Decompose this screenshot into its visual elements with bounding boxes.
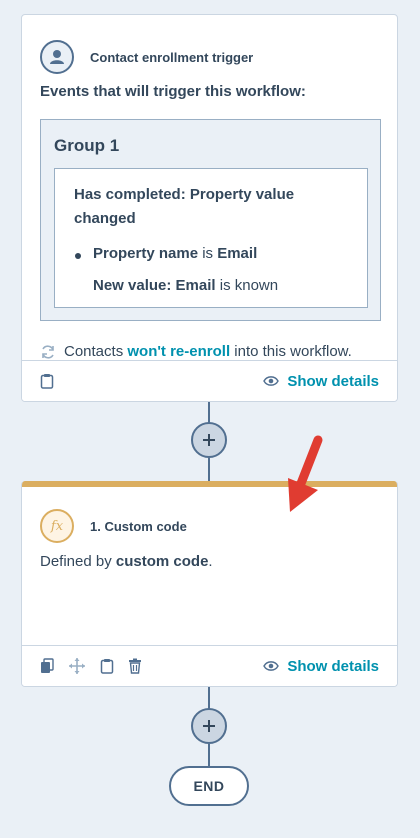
trash-icon[interactable] (128, 658, 142, 674)
action-card-footer: Show details (22, 645, 397, 686)
refresh-icon (40, 344, 56, 360)
custom-code-action-card[interactable]: fx 1. Custom code Defined by custom code… (21, 481, 398, 687)
filter-group-box: Group 1 Has completed: Property value ch… (40, 119, 381, 321)
connector-line (208, 458, 210, 482)
eye-icon (263, 660, 280, 672)
action-accent-bar (22, 481, 397, 487)
move-icon[interactable] (68, 658, 86, 674)
action-show-details-button[interactable]: Show details (263, 658, 379, 675)
function-icon: fx (40, 509, 74, 543)
bullet-dot (75, 253, 81, 259)
action-description: Defined by custom code. (40, 553, 213, 570)
reenroll-status: Contacts won't re-enroll into this workf… (40, 343, 352, 360)
clipboard-icon[interactable] (40, 373, 54, 389)
trigger-card-footer: Show details (22, 360, 397, 401)
filter-property-label: Property name (93, 245, 199, 262)
enrollment-trigger-card[interactable]: Contact enrollment trigger Events that w… (21, 14, 398, 402)
filter-property-line: Property name is Email (93, 245, 257, 262)
filter-new-value-line: New value: Email is known (93, 277, 278, 294)
trigger-show-details-button[interactable]: Show details (263, 373, 379, 390)
connector-line (208, 687, 210, 709)
filter-new-value-label: New value: Email (93, 277, 216, 294)
filter-heading: Has completed: Property value changed (74, 186, 295, 227)
add-action-button[interactable] (191, 422, 227, 458)
show-details-label: Show details (287, 372, 379, 390)
filter-property-value: Email (217, 245, 258, 262)
connector-line (208, 402, 210, 424)
red-annotation-arrow (288, 435, 323, 512)
show-details-label: Show details (287, 657, 379, 675)
trigger-title: Contact enrollment trigger (90, 49, 254, 65)
filter-new-value-suffix: is known (215, 277, 279, 294)
plus-icon (203, 720, 215, 732)
add-action-button[interactable] (191, 708, 227, 744)
clipboard-icon[interactable] (100, 658, 114, 674)
eye-icon (263, 375, 280, 387)
function-icon-text: fx (50, 518, 64, 534)
reenroll-link[interactable]: won't re-enroll (127, 343, 230, 360)
reenroll-suffix: into this workflow. (230, 343, 352, 360)
trigger-card-header: Contact enrollment trigger (22, 15, 397, 81)
copy-icon[interactable] (40, 658, 54, 674)
connector-line (208, 744, 210, 767)
action-body-prefix: Defined by (40, 553, 116, 570)
group-title: Group 1 (54, 136, 120, 155)
end-node: END (169, 766, 249, 806)
action-title: 1. Custom code (90, 518, 187, 534)
filter-property-connector: is (198, 245, 218, 262)
action-body-suffix: . (208, 553, 213, 570)
action-body-bold: custom code (115, 553, 209, 570)
action-card-header: fx 1. Custom code (22, 481, 397, 551)
plus-icon (203, 434, 215, 446)
trigger-section-title: Events that will trigger this workflow: (40, 83, 306, 100)
contact-person-icon (40, 40, 74, 74)
filter-box[interactable]: Has completed: Property value changed Pr… (54, 168, 368, 308)
reenroll-prefix: Contacts (64, 343, 128, 360)
